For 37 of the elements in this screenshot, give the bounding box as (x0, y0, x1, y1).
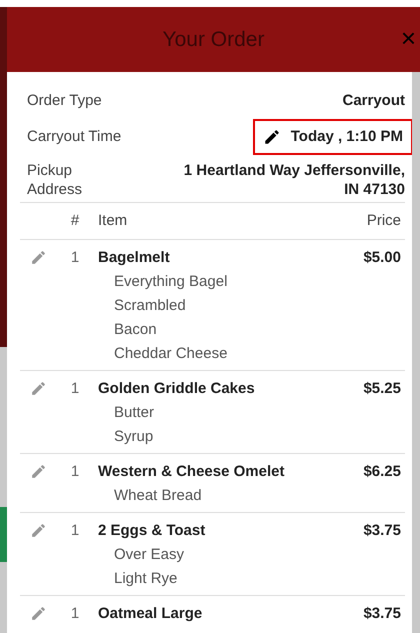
item-modifier: Cheddar Cheese (113, 344, 228, 364)
item-name: Western & Cheese Omelet (98, 462, 284, 482)
quantity: 1 (70, 248, 80, 268)
item-modifier: Syrup (113, 427, 154, 447)
item-price: $3.75 (363, 521, 401, 541)
item-modifier: Over Easy (113, 545, 184, 565)
item-modifier: Butter (113, 403, 154, 423)
detail-value: Today , 1:10 PM (290, 127, 403, 147)
pencil-icon[interactable] (262, 128, 281, 146)
detail-value: 1 Heartland Way Jeffersonville, IN 47130 (182, 161, 405, 199)
column-header: Price (366, 210, 401, 231)
column-header: # (70, 210, 80, 231)
header-title: Your Order (162, 26, 264, 53)
column-header: Item (98, 210, 128, 231)
detail-label: Pickup Address (27, 161, 84, 199)
quantity: 1 (70, 462, 80, 482)
item-modifier: Light Rye (113, 569, 178, 589)
item-name: 2 Eggs & Toast (98, 521, 206, 541)
item-price: $5.00 (363, 248, 401, 268)
detail-label: Carryout Time (27, 127, 122, 147)
detail-label: Order Type (27, 91, 102, 111)
item-name: Bagelmelt (98, 248, 170, 268)
detail-value: Carryout (342, 91, 405, 111)
item-price: $3.75 (363, 604, 401, 624)
item-price: $5.25 (363, 379, 401, 399)
item-modifier: Bacon (113, 320, 157, 340)
quantity: 1 (70, 604, 80, 624)
item-name: Oatmeal Large (98, 604, 202, 624)
quantity: 1 (70, 379, 80, 399)
item-modifier: Wheat Bread (113, 486, 202, 506)
item-modifier: Scrambled (113, 296, 186, 316)
item-price: $6.25 (363, 462, 401, 482)
quantity: 1 (70, 521, 80, 541)
close-button[interactable]: × (400, 25, 416, 51)
scrollbar-track[interactable] (412, 72, 420, 633)
item-modifier: Everything Bagel (113, 272, 228, 292)
item-name: Golden Griddle Cakes (98, 379, 255, 399)
